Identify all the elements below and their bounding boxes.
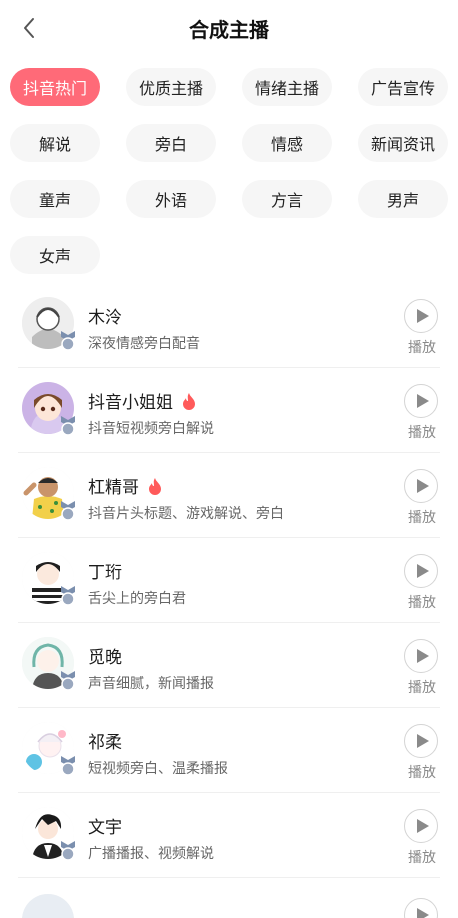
anchor-name: 抖音小姐姐 (88, 388, 197, 413)
medal-badge-icon (61, 756, 75, 776)
flame-hot-icon (183, 392, 195, 410)
anchor-row[interactable]: 祁柔 短视频旁白、温柔播报 播放 (18, 708, 440, 793)
play-button[interactable] (404, 809, 438, 843)
anchor-description: 短视频旁白、温柔播报 (88, 761, 228, 777)
anchor-description: 广播播报、视频解说 (88, 846, 214, 862)
play-label[interactable]: 播放 (408, 507, 436, 527)
anchor-name: 觅晚 (88, 648, 122, 668)
avatar (22, 894, 74, 918)
anchor-row[interactable]: 木泠 深夜情感旁白配音 播放 (18, 283, 440, 368)
anchor-description: 抖音短视频旁白解说 (88, 421, 214, 437)
category-chip-douyin-hot[interactable]: 抖音热门 (10, 68, 100, 106)
play-icon (417, 649, 429, 663)
anchor-name: 祁柔 (88, 733, 122, 753)
category-chip-dialect[interactable]: 方言 (242, 180, 332, 218)
anchor-name: 丁珩 (88, 563, 122, 583)
anchor-row[interactable]: 抖音小姐姐 抖音短视频旁白解说 播放 (18, 368, 440, 453)
play-icon (417, 564, 429, 578)
play-icon (417, 734, 429, 748)
medal-badge-icon (61, 501, 75, 521)
play-label[interactable]: 播放 (408, 677, 436, 697)
play-button[interactable] (404, 639, 438, 673)
play-icon (417, 819, 429, 833)
category-chip-quality[interactable]: 优质主播 (126, 68, 216, 106)
anchor-description: 抖音片头标题、游戏解说、旁白 (88, 506, 284, 522)
play-label[interactable]: 播放 (408, 337, 436, 357)
medal-badge-icon (61, 331, 75, 351)
anchor-row[interactable]: 文宇 广播播报、视频解说 播放 (18, 793, 440, 878)
category-chip-female[interactable]: 女声 (10, 236, 100, 274)
medal-badge-icon (61, 671, 75, 691)
play-icon (417, 908, 429, 918)
anchor-name: 文宇 (88, 818, 122, 838)
play-icon (417, 479, 429, 493)
anchor-row-partial[interactable] (18, 878, 440, 918)
anchor-description: 声音细腻，新闻播报 (88, 676, 214, 692)
play-label[interactable]: 播放 (408, 762, 436, 782)
anchor-row[interactable]: 觅晚 声音细腻，新闻播报 播放 (18, 623, 440, 708)
category-chip-emotion[interactable]: 情感 (242, 124, 332, 162)
medal-badge-icon (61, 841, 75, 861)
play-button[interactable] (404, 724, 438, 758)
anchor-name: 木泠 (88, 308, 122, 328)
category-chip-narration[interactable]: 旁白 (126, 124, 216, 162)
play-label[interactable]: 播放 (408, 422, 436, 442)
anchor-row[interactable]: 丁珩 舌尖上的旁白君 播放 (18, 538, 440, 623)
page-title: 合成主播 (189, 18, 269, 42)
play-icon (417, 394, 429, 408)
anchor-description: 深夜情感旁白配音 (88, 336, 200, 352)
play-button[interactable] (404, 554, 438, 588)
category-chip-commentary[interactable]: 解说 (10, 124, 100, 162)
category-chip-foreign[interactable]: 外语 (126, 180, 216, 218)
category-chip-emotion-anchor[interactable]: 情绪主播 (242, 68, 332, 106)
play-button[interactable] (404, 469, 438, 503)
category-chip-news[interactable]: 新闻资讯 (358, 124, 448, 162)
play-button[interactable] (404, 898, 438, 918)
medal-badge-icon (61, 416, 75, 436)
play-label[interactable]: 播放 (408, 592, 436, 612)
flame-hot-icon (149, 477, 161, 495)
anchor-description: 舌尖上的旁白君 (88, 591, 186, 607)
top-bar: 合成主播 (0, 0, 458, 58)
anchor-name: 杠精哥 (88, 473, 163, 498)
play-label[interactable]: 播放 (408, 847, 436, 867)
category-chip-child-voice[interactable]: 童声 (10, 180, 100, 218)
play-button[interactable] (404, 384, 438, 418)
anchor-row[interactable]: 杠精哥 抖音片头标题、游戏解说、旁白 播放 (18, 453, 440, 538)
medal-badge-icon (61, 586, 75, 606)
play-button[interactable] (404, 299, 438, 333)
category-chip-male[interactable]: 男声 (358, 180, 448, 218)
category-chip-advert[interactable]: 广告宣传 (358, 68, 448, 106)
play-icon (417, 309, 429, 323)
